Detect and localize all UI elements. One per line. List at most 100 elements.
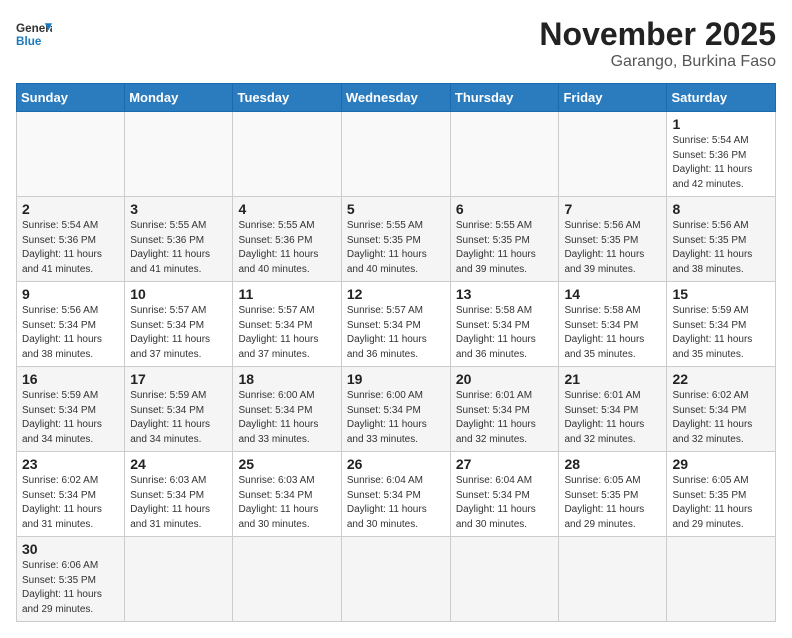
day-number: 10 <box>130 286 227 302</box>
table-row <box>667 537 776 622</box>
day-info: Sunrise: 5:57 AM Sunset: 5:34 PM Dayligh… <box>130 304 227 362</box>
table-row: 7 Sunrise: 5:56 AM Sunset: 5:35 PM Daylig… <box>559 197 667 282</box>
day-number: 23 <box>22 456 119 472</box>
table-row: 28Sunrise: 6:05 AM Sunset: 5:35 PM Dayli… <box>559 452 667 537</box>
table-row: 20 Sunrise: 6:01 AM Sunset: 5:34 PM Dayli… <box>450 367 559 452</box>
day-number: 19 <box>347 371 445 387</box>
day-number: 21 <box>564 371 661 387</box>
day-info: Sunrise: 5:55 AM Sunset: 5:35 PM Dayligh… <box>456 219 554 277</box>
table-row: 21 Sunrise: 6:01 AM Sunset: 5:34 PM Dayli… <box>559 367 667 452</box>
day-number: 24 <box>130 456 227 472</box>
day-info: Sunrise: 5:54 AM Sunset: 5:36 PM Dayligh… <box>22 219 119 277</box>
day-number: 2 <box>22 201 119 217</box>
day-info: Sunrise: 6:04 AM Sunset: 5:34 PM Dayligh… <box>456 474 554 532</box>
day-number: 26 <box>347 456 445 472</box>
table-row: 1Sunrise: 5:54 AM Sunset: 5:36 PM Daylig… <box>667 112 776 197</box>
table-row <box>341 537 450 622</box>
table-row: 15 Sunrise: 5:59 AM Sunset: 5:34 PM Dayli… <box>667 282 776 367</box>
table-row: 16Sunrise: 5:59 AM Sunset: 5:34 PM Dayli… <box>17 367 125 452</box>
day-info: Sunrise: 6:02 AM Sunset: 5:34 PM Dayligh… <box>672 389 770 447</box>
day-info: Sunrise: 5:58 AM Sunset: 5:34 PM Dayligh… <box>456 304 554 362</box>
table-row <box>450 112 559 197</box>
table-row: 18 Sunrise: 6:00 AM Sunset: 5:34 PM Dayli… <box>233 367 341 452</box>
location-subtitle: Garango, Burkina Faso <box>539 53 776 71</box>
table-row: 14 Sunrise: 5:58 AM Sunset: 5:34 PM Dayli… <box>559 282 667 367</box>
table-row: 3 Sunrise: 5:55 AM Sunset: 5:36 PM Daylig… <box>125 197 233 282</box>
table-row: 2 Sunrise: 5:54 AM Sunset: 5:36 PM Daylig… <box>17 197 125 282</box>
day-number: 9 <box>22 286 119 302</box>
day-number: 7 <box>564 201 661 217</box>
calendar-row: 2 Sunrise: 5:54 AM Sunset: 5:36 PM Daylig… <box>17 197 776 282</box>
table-row <box>125 537 233 622</box>
day-info: Sunrise: 6:01 AM Sunset: 5:34 PM Dayligh… <box>456 389 554 447</box>
table-row <box>559 537 667 622</box>
day-number: 29 <box>672 456 770 472</box>
day-info: Sunrise: 5:58 AM Sunset: 5:34 PM Dayligh… <box>564 304 661 362</box>
header-saturday: Saturday <box>667 84 776 112</box>
table-row <box>450 537 559 622</box>
day-info: Sunrise: 6:02 AM Sunset: 5:34 PM Dayligh… <box>22 474 119 532</box>
day-info: Sunrise: 6:04 AM Sunset: 5:34 PM Dayligh… <box>347 474 445 532</box>
calendar-row: 30 Sunrise: 6:06 AM Sunset: 5:35 PM Dayli… <box>17 537 776 622</box>
day-info: Sunrise: 6:05 AM Sunset: 5:35 PM Dayligh… <box>672 474 770 532</box>
day-info: Sunrise: 5:56 AM Sunset: 5:34 PM Dayligh… <box>22 304 119 362</box>
title-block: November 2025 Garango, Burkina Faso <box>539 16 776 71</box>
table-row <box>233 537 341 622</box>
logo: General Blue General Blue <box>16 16 52 52</box>
day-number: 5 <box>347 201 445 217</box>
table-row: 10 Sunrise: 5:57 AM Sunset: 5:34 PM Dayli… <box>125 282 233 367</box>
table-row: 13Sunrise: 5:58 AM Sunset: 5:34 PM Dayli… <box>450 282 559 367</box>
day-number: 25 <box>238 456 335 472</box>
day-info: Sunrise: 5:55 AM Sunset: 5:35 PM Dayligh… <box>347 219 445 277</box>
day-number: 20 <box>456 371 554 387</box>
day-number: 6 <box>456 201 554 217</box>
table-row: 17Sunrise: 5:59 AM Sunset: 5:34 PM Dayli… <box>125 367 233 452</box>
day-info: Sunrise: 5:56 AM Sunset: 5:35 PM Dayligh… <box>564 219 661 277</box>
day-info: Sunrise: 5:59 AM Sunset: 5:34 PM Dayligh… <box>130 389 227 447</box>
table-row: 6 Sunrise: 5:55 AM Sunset: 5:35 PM Daylig… <box>450 197 559 282</box>
day-number: 28 <box>564 456 661 472</box>
day-info: Sunrise: 6:01 AM Sunset: 5:34 PM Dayligh… <box>564 389 661 447</box>
calendar-row: 23 Sunrise: 6:02 AM Sunset: 5:34 PM Dayli… <box>17 452 776 537</box>
table-row: 23 Sunrise: 6:02 AM Sunset: 5:34 PM Dayli… <box>17 452 125 537</box>
day-info: Sunrise: 5:57 AM Sunset: 5:34 PM Dayligh… <box>347 304 445 362</box>
day-number: 12 <box>347 286 445 302</box>
month-year-title: November 2025 <box>539 16 776 53</box>
table-row <box>233 112 341 197</box>
day-number: 18 <box>238 371 335 387</box>
day-info: Sunrise: 6:00 AM Sunset: 5:34 PM Dayligh… <box>238 389 335 447</box>
day-info: Sunrise: 6:06 AM Sunset: 5:35 PM Dayligh… <box>22 559 119 617</box>
day-info: Sunrise: 6:00 AM Sunset: 5:34 PM Dayligh… <box>347 389 445 447</box>
header-tuesday: Tuesday <box>233 84 341 112</box>
day-info: Sunrise: 5:57 AM Sunset: 5:34 PM Dayligh… <box>238 304 335 362</box>
header-friday: Friday <box>559 84 667 112</box>
day-info: Sunrise: 5:55 AM Sunset: 5:36 PM Dayligh… <box>238 219 335 277</box>
day-number: 3 <box>130 201 227 217</box>
table-row: 22Sunrise: 6:02 AM Sunset: 5:34 PM Dayli… <box>667 367 776 452</box>
day-number: 15 <box>672 286 770 302</box>
table-row <box>17 112 125 197</box>
table-row: 19 Sunrise: 6:00 AM Sunset: 5:34 PM Dayli… <box>341 367 450 452</box>
day-number: 8 <box>672 201 770 217</box>
table-row: 11 Sunrise: 5:57 AM Sunset: 5:34 PM Dayli… <box>233 282 341 367</box>
header-monday: Monday <box>125 84 233 112</box>
day-number: 1 <box>672 116 770 132</box>
page-header: General Blue General Blue November 2025 … <box>16 16 776 71</box>
table-row: 25 Sunrise: 6:03 AM Sunset: 5:34 PM Dayli… <box>233 452 341 537</box>
table-row: 5 Sunrise: 5:55 AM Sunset: 5:35 PM Daylig… <box>341 197 450 282</box>
logo-icon: General Blue <box>16 16 52 52</box>
day-info: Sunrise: 6:03 AM Sunset: 5:34 PM Dayligh… <box>238 474 335 532</box>
table-row: 27Sunrise: 6:04 AM Sunset: 5:34 PM Dayli… <box>450 452 559 537</box>
table-row <box>125 112 233 197</box>
day-info: Sunrise: 5:59 AM Sunset: 5:34 PM Dayligh… <box>672 304 770 362</box>
table-row: 9 Sunrise: 5:56 AM Sunset: 5:34 PM Daylig… <box>17 282 125 367</box>
day-number: 11 <box>238 286 335 302</box>
day-number: 14 <box>564 286 661 302</box>
header-thursday: Thursday <box>450 84 559 112</box>
table-row: 12 Sunrise: 5:57 AM Sunset: 5:34 PM Dayli… <box>341 282 450 367</box>
day-info: Sunrise: 5:55 AM Sunset: 5:36 PM Dayligh… <box>130 219 227 277</box>
day-number: 30 <box>22 541 119 557</box>
day-info: Sunrise: 5:59 AM Sunset: 5:34 PM Dayligh… <box>22 389 119 447</box>
table-row <box>559 112 667 197</box>
calendar-row: 1Sunrise: 5:54 AM Sunset: 5:36 PM Daylig… <box>17 112 776 197</box>
